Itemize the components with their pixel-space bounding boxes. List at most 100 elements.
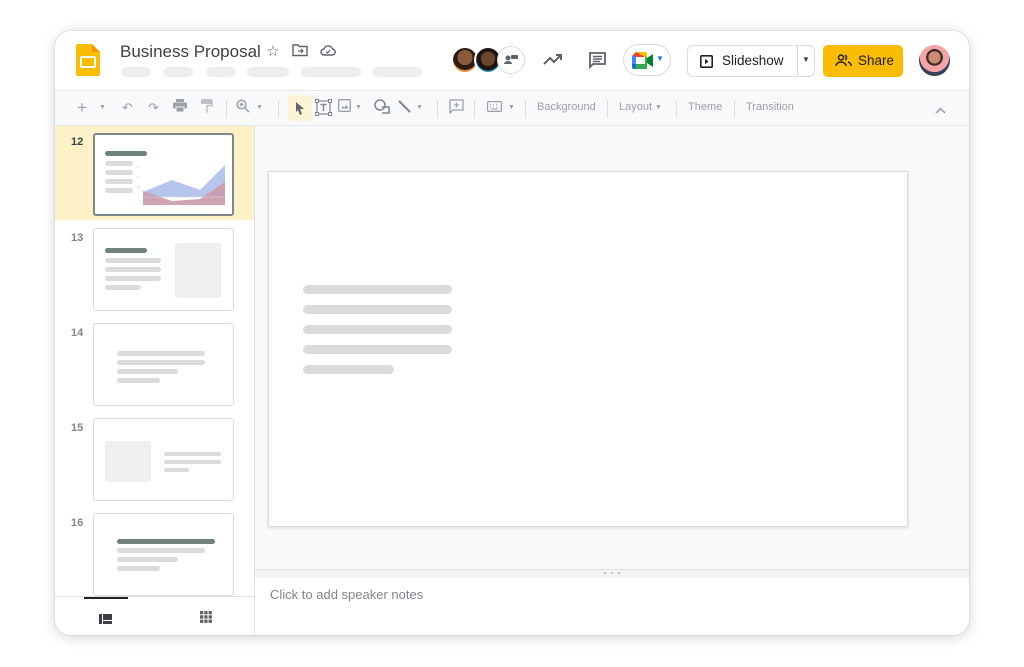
print-icon[interactable] [173,99,187,117]
slide-thumbnail-12[interactable]: 12 [55,126,254,220]
placeholder-line [117,351,205,356]
slide-preview [93,513,234,596]
divider [607,100,608,118]
speaker-notes[interactable]: Click to add speaker notes [255,578,969,635]
new-slide-layout-dropdown[interactable]: ▼ [99,99,106,117]
placeholder-image [175,243,221,298]
document-title[interactable]: Business Proposal [120,42,261,62]
placeholder-line [117,548,205,553]
background-button[interactable]: Background [537,101,596,113]
chevron-down-icon: ▼ [656,54,664,63]
text-placeholder-line [303,365,394,374]
placeholder-line [105,258,161,263]
placeholder-line [117,369,178,374]
star-icon[interactable]: ☆ [264,43,282,61]
slide-thumbnail-15[interactable]: 15 [55,412,254,502]
slide-preview [93,228,234,311]
theme-button[interactable]: Theme [688,101,722,113]
divider [437,100,438,118]
zoom-icon[interactable] [236,99,250,117]
share-button[interactable]: Share [823,45,903,77]
slide-preview [93,133,234,216]
undo-icon[interactable]: ↶ [122,99,133,117]
google-meet-button[interactable]: ▼ [623,44,671,76]
toolbar: + ▼ ↶ ↷ ▼ ▼ ▼ ▼ Background Layout ▼ Them… [55,90,969,126]
placeholder-line [164,460,221,464]
app-window: Business Proposal ☆ ▼ Slideshow ▼ Share … [55,31,969,635]
slide-editor-canvas [255,126,969,569]
image-icon[interactable] [338,99,351,117]
shape-icon[interactable] [374,99,390,117]
placeholder-line [117,378,160,383]
cloud-saved-icon[interactable] [319,43,337,61]
layout-button[interactable]: Layout [619,101,652,113]
view-mode-bar [55,596,254,635]
speaker-notes-placeholder: Click to add speaker notes [270,587,424,602]
collapse-toolbar-icon[interactable] [935,101,946,119]
transition-button[interactable]: Transition [746,101,794,113]
slide-thumbnail-14[interactable]: 14 [55,317,254,407]
grid-view-button[interactable] [200,610,212,628]
line-dropdown[interactable]: ▼ [416,99,423,117]
activity-dashboard-icon[interactable] [543,52,563,71]
anonymous-viewers-icon[interactable] [497,46,525,74]
filmstrip-view-button[interactable] [99,611,112,629]
placeholder-line [164,452,221,456]
cursor-arrow-icon [296,102,304,115]
slideshow-button[interactable]: Slideshow ▼ [687,45,815,77]
comment-history-icon[interactable] [588,51,607,75]
divider [226,100,227,118]
menu-item-placeholder[interactable] [372,67,422,77]
text-placeholder-line [303,305,452,314]
text-placeholder-line [303,285,452,294]
comment-add-icon[interactable] [449,99,464,117]
image-dropdown[interactable]: ▼ [355,99,362,117]
placeholder-line [117,557,178,562]
redo-icon[interactable]: ↷ [148,99,159,117]
slide-thumbnail-16[interactable]: 16 [55,507,254,597]
placeholder-line [105,179,133,184]
text-placeholder-line [303,345,452,354]
paint-format-icon[interactable] [201,99,214,117]
divider [734,100,735,118]
divider [474,100,475,118]
move-to-folder-icon[interactable] [291,43,309,61]
line-icon[interactable] [397,99,412,117]
text-placeholder-line [303,325,452,334]
divider [525,100,526,118]
menu-item-placeholder[interactable] [301,67,361,77]
people-icon [835,54,852,67]
slideshow-options-dropdown[interactable]: ▼ [802,55,810,64]
placeholder-line [105,276,161,281]
slide-number: 15 [71,422,84,434]
layout-dropdown-icon: ▼ [655,104,662,111]
input-tools-icon[interactable] [487,99,503,117]
grid-view-icon [200,611,212,623]
start-slideshow[interactable]: Slideshow [688,46,797,76]
input-tools-dropdown[interactable]: ▼ [508,99,515,117]
placeholder-image [105,441,151,482]
header: Business Proposal ☆ ▼ Slideshow ▼ Share [55,31,969,90]
zoom-dropdown[interactable]: ▼ [256,99,263,117]
slides-logo-icon[interactable] [76,44,100,76]
menu-item-placeholder[interactable] [163,67,193,77]
select-tool[interactable] [288,95,312,121]
divider [676,100,677,118]
slide-number: 12 [71,136,84,148]
menu-item-placeholder[interactable] [206,67,236,77]
user-account-avatar[interactable] [919,45,950,76]
placeholder-line [105,188,133,193]
menu-item-placeholder[interactable] [121,67,151,77]
new-slide-icon[interactable]: + [77,99,87,117]
placeholder-title [105,248,147,253]
placeholder-line [117,360,205,365]
google-meet-icon [632,52,653,69]
placeholder-line [105,267,161,272]
placeholder-line [117,566,160,571]
menu-item-placeholder[interactable] [247,67,289,77]
current-slide[interactable] [268,171,908,527]
placeholder-line [105,285,141,290]
text-box-icon[interactable] [315,99,332,117]
slideshow-label: Slideshow [722,53,784,68]
slide-thumbnail-13[interactable]: 13 [55,222,254,312]
